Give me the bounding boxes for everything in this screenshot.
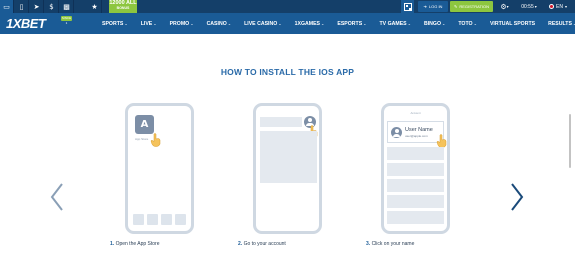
app-store-icon: A xyxy=(135,115,154,134)
nav-item-label: ESPORTS xyxy=(337,20,363,27)
nav-item-label: VIRTUAL SPORTS xyxy=(489,20,536,27)
login-icon: ➔ xyxy=(423,4,427,9)
mobile-icon[interactable]: ▯ xyxy=(15,0,29,13)
step-text: Go to your account xyxy=(243,241,286,247)
main-nav: 1XBET SINCE 1 SPORTS ⌄ LIVE ⌄ PROMO ⌄ CASINO ⌄ L… xyxy=(0,13,575,34)
user-email: user@apple.com xyxy=(405,134,428,138)
login-label: LOG IN xyxy=(428,4,443,9)
page-title: HOW TO INSTALL THE IOS APP xyxy=(220,67,355,77)
chevron-down-icon: ⌄ xyxy=(227,21,232,26)
nav-item-1xgames[interactable]: 1XGAMES ⌄ xyxy=(295,21,325,27)
nav-item-esports[interactable]: ESPORTS ⌄ xyxy=(337,21,366,27)
trophy-icon[interactable]: ★ xyxy=(88,0,102,13)
account-header: Account xyxy=(410,111,421,115)
nav-item-casino[interactable]: CASINO ⌄ xyxy=(207,21,232,27)
step-number: 2. xyxy=(238,241,243,247)
chevron-down-icon: ⌄ xyxy=(473,21,477,26)
nav-item-label: CASINO xyxy=(206,20,227,27)
chevron-down-icon: ⌄ xyxy=(153,21,157,26)
time-display[interactable]: 00:55 ▾ xyxy=(517,0,541,13)
chevron-down-icon: ⌄ xyxy=(278,21,282,26)
nav-item-tv-games[interactable]: TV GAMES ⌄ xyxy=(380,21,411,27)
chevron-down-icon: ⌄ xyxy=(190,21,194,26)
nav-item-live[interactable]: LIVE ⌄ xyxy=(141,21,157,27)
chevron-down-icon: ⌄ xyxy=(407,21,411,26)
chevron-down-icon: ⌄ xyxy=(321,21,325,26)
placeholder-row xyxy=(387,195,444,208)
placeholder-row xyxy=(387,179,444,192)
phone-mockup-app-store: A App Store xyxy=(125,103,194,234)
dock-app-icon xyxy=(161,214,172,225)
desktop-icon[interactable]: ▭ xyxy=(0,0,14,13)
nav-item-label: LIVE xyxy=(140,20,153,27)
phone-mockup-account xyxy=(253,103,322,234)
placeholder-row xyxy=(387,211,444,224)
nav-item-label: TOTO xyxy=(458,20,473,27)
registration-icon: ✎ xyxy=(453,4,458,9)
language-value: EN xyxy=(556,3,563,10)
qr-code-icon[interactable] xyxy=(401,0,414,13)
dock-app-icon xyxy=(147,214,158,225)
logo-badge: SINCE 1 xyxy=(61,16,72,25)
nav-item-label: BINGO xyxy=(423,20,441,27)
nav-item-sports[interactable]: SPORTS ⌄ xyxy=(102,21,128,27)
nav-item-promo[interactable]: PROMO ⌄ xyxy=(170,21,194,27)
bonus-label: BONUS xyxy=(116,5,130,10)
nav-item-bingo[interactable]: BINGO ⌄ xyxy=(424,21,445,27)
nav-item-toto[interactable]: TOTO ⌄ xyxy=(458,21,477,27)
carousel-next-arrow-icon[interactable] xyxy=(510,182,524,212)
pointing-hand-icon xyxy=(436,134,447,148)
nav-item-virtual-sports[interactable]: VIRTUAL SPORTS xyxy=(490,21,535,27)
nav-item-label: PROMO xyxy=(169,20,190,27)
app-store-label: App Store xyxy=(135,137,149,141)
step-caption: 2. Go to your account xyxy=(238,241,286,247)
nav-item-label: RESULTS xyxy=(548,20,572,27)
telegram-icon[interactable]: ➤ xyxy=(30,0,44,13)
chevron-down-icon: ⌄ xyxy=(363,21,367,26)
step-caption: 1. Open the App Store xyxy=(110,241,159,247)
placeholder-bar xyxy=(260,117,302,127)
step-caption: 3. Click on your name xyxy=(366,241,414,247)
chevron-down-icon: ⌄ xyxy=(124,21,128,26)
flag-icon xyxy=(549,4,555,9)
chevron-down-icon: ⌄ xyxy=(441,21,446,26)
bonus-promo-badge[interactable]: 12000 ALL BONUS xyxy=(109,0,137,13)
language-selector[interactable]: EN ▾ xyxy=(545,0,571,13)
carousel-prev-arrow-icon[interactable] xyxy=(50,182,64,212)
scrollbar[interactable] xyxy=(569,114,571,168)
pointing-hand-icon xyxy=(150,133,161,147)
dollar-icon[interactable]: $ xyxy=(45,0,59,13)
placeholder-content xyxy=(260,131,317,183)
step-text: Open the App Store xyxy=(115,241,160,247)
dock-app-icon xyxy=(133,214,144,225)
nav-items: SPORTS ⌄ LIVE ⌄ PROMO ⌄ CASINO ⌄ LIVE CASINO ⌄ 1XG… xyxy=(102,13,575,34)
registration-button[interactable]: ✎ REGISTRATION xyxy=(450,1,493,12)
phone-dock xyxy=(133,214,186,225)
stats-icon[interactable]: ▩ xyxy=(60,0,74,13)
nav-item-live-casino[interactable]: LIVE CASINO ⌄ xyxy=(244,21,282,27)
step-number: 3. xyxy=(366,241,371,247)
nav-item-label: 1XGAMES xyxy=(294,20,320,27)
user-name: User Name xyxy=(405,127,433,133)
step-number: 1. xyxy=(110,241,115,247)
registration-label: REGISTRATION xyxy=(459,4,490,9)
settings-gear-icon[interactable]: ⚙ ▾ xyxy=(497,0,512,13)
placeholder-row xyxy=(387,163,444,176)
phone-mockup-name: Account User Name user@apple.com xyxy=(381,103,450,234)
nav-item-label: LIVE CASINO xyxy=(244,20,278,27)
placeholder-row xyxy=(387,147,444,160)
top-bar: ▭ ▯ ➤ $ ▩ ★ 12000 ALL BONUS ➔ LOG IN ✎ R… xyxy=(0,0,575,13)
login-button[interactable]: ➔ LOG IN xyxy=(418,1,448,12)
nav-item-label: SPORTS xyxy=(102,20,124,27)
logo[interactable]: 1XBET xyxy=(6,16,46,31)
nav-item-results[interactable]: RESULTS ⌄ xyxy=(548,21,575,27)
time-value: 00:55 xyxy=(521,3,534,10)
dock-app-icon xyxy=(175,214,186,225)
user-avatar-icon xyxy=(391,127,402,138)
step-text: Click on your name xyxy=(371,241,415,247)
nav-item-label: TV GAMES xyxy=(379,20,407,27)
